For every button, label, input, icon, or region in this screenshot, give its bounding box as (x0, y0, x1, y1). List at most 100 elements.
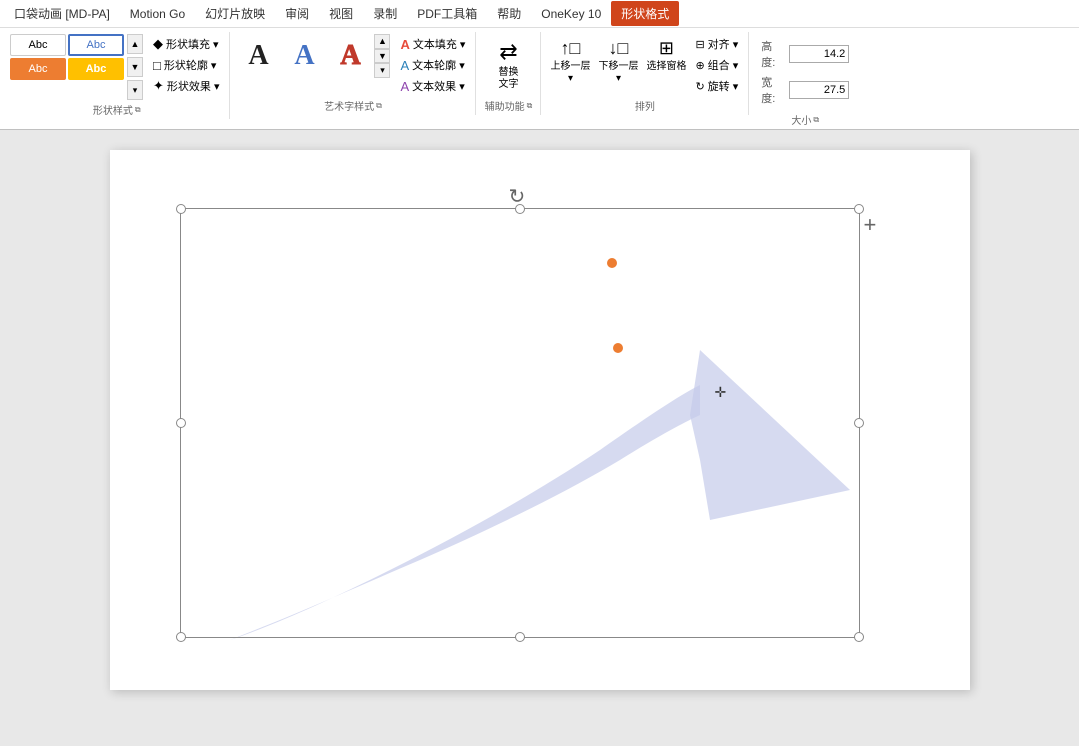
ribbon: Abc Abc Abc Abc (0, 28, 1079, 130)
body-area: ↻ + ✛ (0, 130, 1079, 746)
menu-shape-format[interactable]: 形状格式 (611, 1, 679, 26)
shape-style-scroll-down[interactable]: ▼ (127, 57, 143, 77)
art-letter-black[interactable]: A (236, 34, 280, 78)
shape-effect-btn[interactable]: ✦ 形状效果 ▾ (149, 76, 223, 96)
select-pane-label: 选择窗格 (646, 61, 686, 73)
art-text-expand-icon: ⧉ (376, 101, 382, 111)
shape-styles-group-label[interactable]: 形状样式 ⧉ (93, 100, 141, 117)
shape-style-scroll-expand[interactable]: ▾ (127, 80, 143, 100)
shape-style-scroll-up[interactable]: ▲ (127, 34, 143, 54)
shape-style-row-2: Abc Abc (10, 58, 124, 80)
art-text-scroll-down[interactable]: ▼ (374, 49, 390, 64)
height-input[interactable] (789, 45, 849, 63)
shape-style-btn-4[interactable]: Abc (68, 58, 124, 80)
rotate-handle[interactable]: ↻ (509, 184, 525, 200)
move-down-label: 下移一层 ▾ (597, 61, 639, 85)
shape-fill-btn[interactable]: ◆ 形状填充 ▾ (149, 34, 223, 54)
ribbon-content: Abc Abc Abc Abc (0, 32, 1079, 129)
art-letter-red[interactable]: A (328, 34, 372, 78)
width-input[interactable] (789, 81, 849, 99)
shape-style-label-4: Abc (86, 63, 107, 75)
aux-top: ⇄ 替换文字 (482, 34, 534, 96)
text-effect-btn[interactable]: A 文本效果 ▾ (396, 76, 469, 96)
ribbon-group-art-text: A A A ▲ ▼ ▾ A 文本填充 ▾ (230, 32, 476, 115)
canvas-area[interactable]: ↻ + ✛ (0, 130, 1079, 746)
menu-slideshow[interactable]: 幻灯片放映 (195, 1, 275, 26)
shape-style-btn-3[interactable]: Abc (10, 58, 66, 80)
text-effect-icon: A (400, 79, 409, 94)
text-outline-btn[interactable]: A 文本轮廓 ▾ (396, 55, 469, 75)
shape-style-row-1: Abc Abc (10, 34, 124, 56)
handle-bottom-right[interactable] (854, 632, 864, 642)
menu-pocket-animation[interactable]: 口袋动画 [MD-PA] (4, 1, 120, 26)
art-text-options: A 文本填充 ▾ A 文本轮廓 ▾ A 文本效果 ▾ (392, 34, 469, 96)
art-text-scroll-expand[interactable]: ▾ (374, 63, 390, 78)
adjustment-dot-1[interactable] (607, 258, 617, 268)
menu-pdf[interactable]: PDF工具箱 (407, 1, 487, 26)
art-text-group-label[interactable]: 艺术字样式 ⧉ (324, 96, 382, 113)
arrange-group-label[interactable]: 排列 (635, 96, 655, 113)
move-down-btn[interactable]: ↓□ 下移一层 ▾ (595, 34, 641, 92)
move-up-btn[interactable]: ↑□ 上移一层 ▾ (547, 34, 593, 92)
art-text-scroll-up[interactable]: ▲ (374, 34, 390, 49)
shape-style-btn-1[interactable]: Abc (10, 34, 66, 56)
replace-text-btn[interactable]: ⇄ 替换文字 (482, 34, 534, 96)
menu-motion-go[interactable]: Motion Go (120, 3, 195, 25)
text-fill-btn[interactable]: A 文本填充 ▾ (396, 34, 469, 54)
align-btn[interactable]: ⊟ 对齐 ▾ (691, 34, 742, 54)
handle-mid-right[interactable] (854, 418, 864, 428)
rotate-btn[interactable]: ↻ 旋转 ▾ (691, 76, 742, 96)
menu-view[interactable]: 视图 (319, 1, 363, 26)
group-label: 组合 ▾ (708, 57, 739, 73)
art-text-label-text: 艺术字样式 (324, 98, 374, 113)
align-label: 对齐 ▾ (708, 36, 739, 52)
art-text-top: A A A ▲ ▼ ▾ A 文本填充 ▾ (236, 34, 469, 96)
shape-style-btn-2[interactable]: Abc (68, 34, 124, 56)
menu-onekey[interactable]: OneKey 10 (531, 3, 611, 25)
select-pane-icon: ⊞ (659, 38, 674, 59)
handle-top-left[interactable] (176, 204, 186, 214)
shape-style-scroll: ▲ ▼ ▾ (127, 34, 143, 100)
handle-bottom-center[interactable] (515, 632, 525, 642)
arrange-label-text: 排列 (635, 98, 655, 113)
shape-outline-btn[interactable]: □ 形状轮廓 ▾ (149, 55, 223, 75)
arrange-top: ↑□ 上移一层 ▾ ↓□ 下移一层 ▾ ⊞ 选择窗格 ⊟ 对齐 ▾ (547, 34, 742, 96)
shape-effect-label: 形状效果 ▾ (167, 78, 220, 94)
move-up-icon: ↑□ (561, 38, 581, 59)
handle-mid-left[interactable] (176, 418, 186, 428)
height-label: 高度: (761, 38, 785, 70)
art-letter-buttons: A A A (236, 34, 372, 78)
art-letter-blue[interactable]: A (282, 34, 326, 78)
shape-styles-label-text: 形状样式 (93, 102, 133, 117)
size-label-text: 大小 (791, 112, 811, 127)
aux-expand-icon: ⧉ (527, 101, 533, 111)
art-letter-scroll: ▲ ▼ ▾ (374, 34, 390, 78)
shape-options: ◆ 形状填充 ▾ □ 形状轮廓 ▾ ✦ 形状效果 ▾ (145, 34, 223, 96)
size-group-label[interactable]: 大小 ⧉ (791, 110, 819, 127)
width-row: 宽度: (761, 74, 849, 106)
group-btn[interactable]: ⊕ 组合 ▾ (691, 55, 742, 75)
move-down-icon: ↓□ (609, 38, 629, 59)
selection-box (180, 208, 860, 638)
aux-group-label[interactable]: 辅助功能 ⧉ (485, 96, 533, 113)
height-row: 高度: (761, 38, 849, 70)
adjustment-dot-2[interactable] (613, 343, 623, 353)
aux-label-text: 辅助功能 (485, 98, 525, 113)
move-up-label: 上移一层 ▾ (549, 61, 591, 85)
menu-review[interactable]: 审阅 (275, 1, 319, 26)
replace-text-label: 替换文字 (498, 67, 518, 91)
handle-top-right[interactable] (854, 204, 864, 214)
menu-help[interactable]: 帮助 (487, 1, 531, 26)
shape-outline-label: 形状轮廓 ▾ (164, 57, 217, 73)
ribbon-group-size: 高度: 宽度: 大小 ⧉ (749, 32, 861, 129)
menu-record[interactable]: 录制 (363, 1, 407, 26)
rotate-label: 旋转 ▾ (708, 78, 739, 94)
shape-effect-icon: ✦ (153, 78, 164, 94)
handle-bottom-left[interactable] (176, 632, 186, 642)
ribbon-group-aux: ⇄ 替换文字 辅助功能 ⧉ (476, 32, 541, 115)
slide-canvas[interactable]: ↻ + ✛ (110, 150, 970, 690)
ribbon-group-shape-styles: Abc Abc Abc Abc (4, 32, 230, 119)
plus-handle[interactable]: + (864, 212, 877, 238)
select-pane-btn[interactable]: ⊞ 选择窗格 (643, 34, 689, 92)
app-window: 口袋动画 [MD-PA] Motion Go 幻灯片放映 审阅 视图 录制 PD… (0, 0, 1079, 746)
